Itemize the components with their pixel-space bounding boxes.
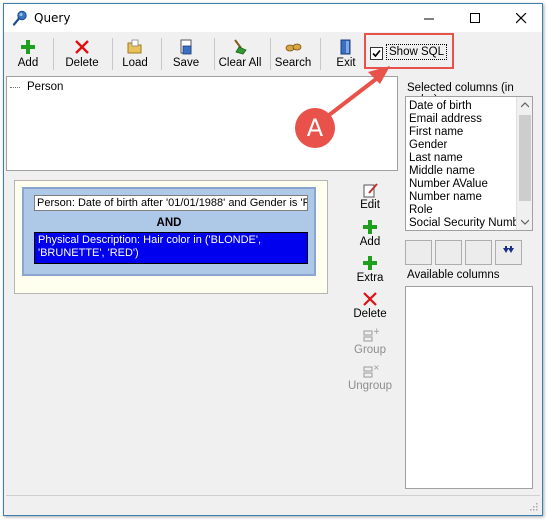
callout-badge: A xyxy=(295,108,335,148)
callout-arrow xyxy=(318,66,390,124)
